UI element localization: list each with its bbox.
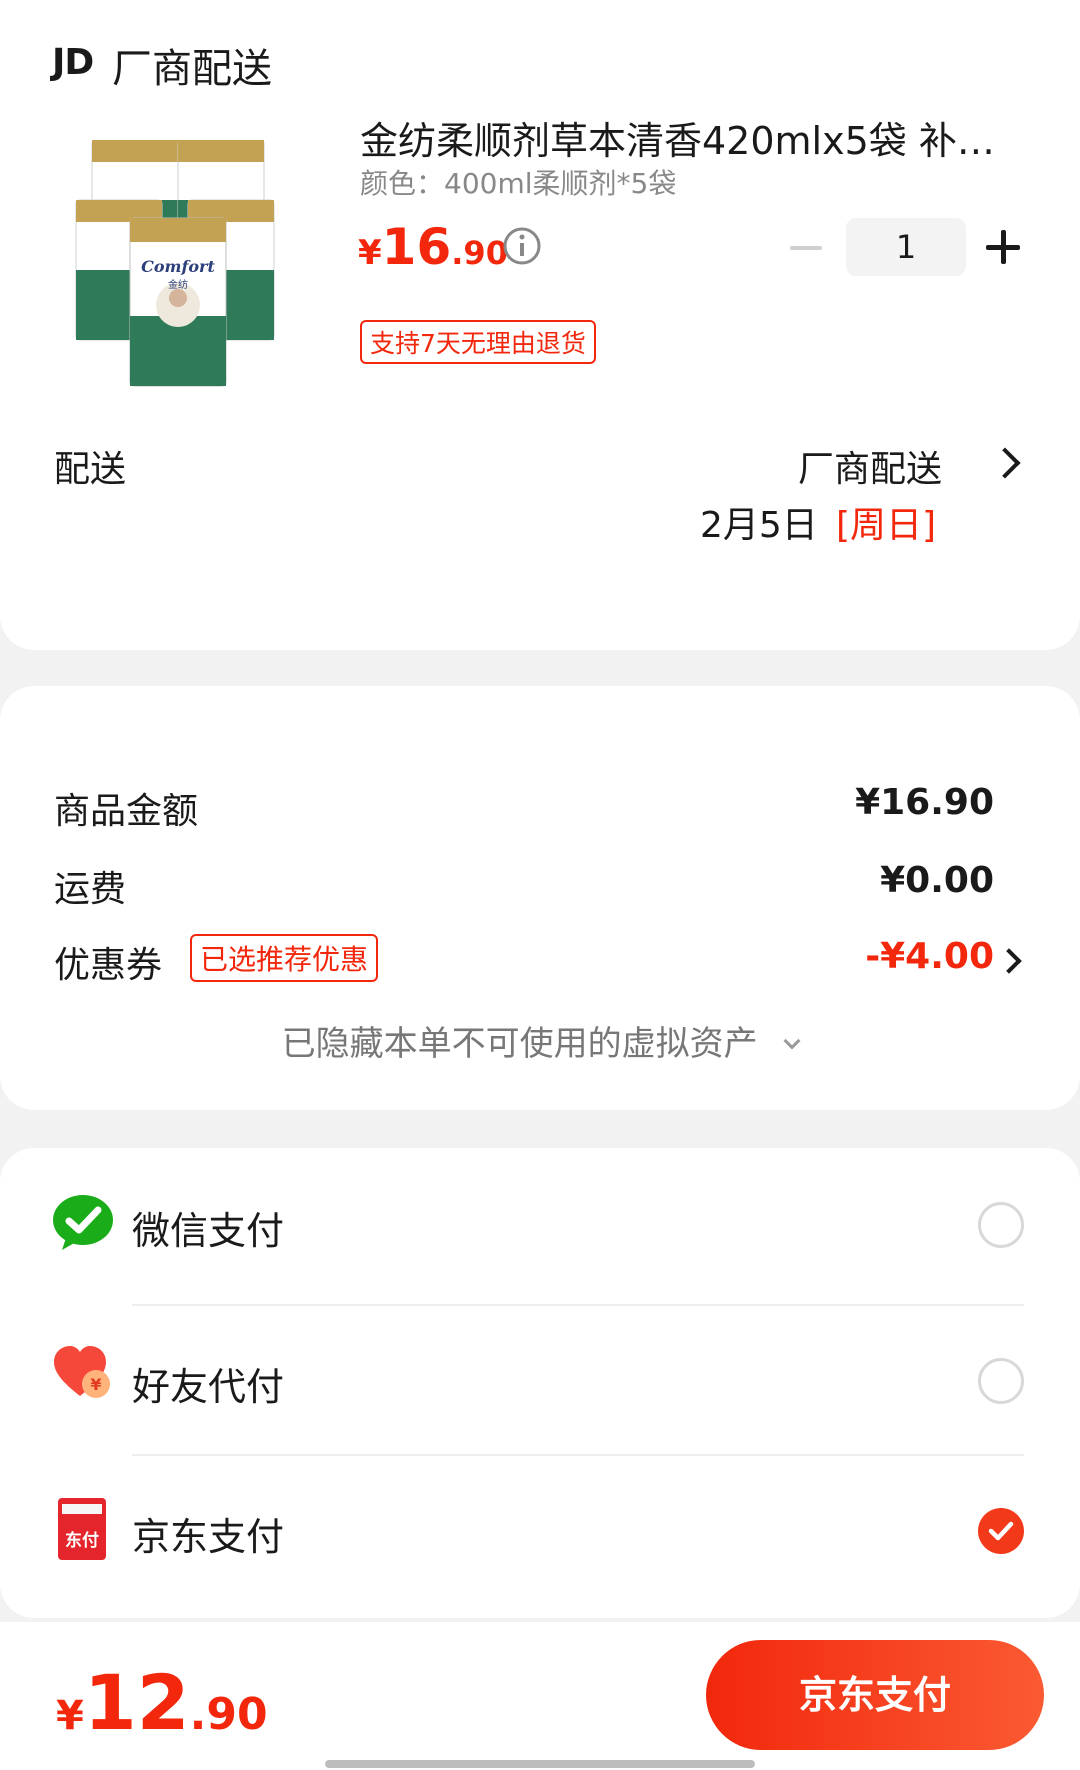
svg-text:东付: 东付: [65, 1530, 99, 1551]
price-integer: 16: [381, 218, 452, 276]
payment-option-friend[interactable]: ¥ 好友代付: [0, 1304, 1080, 1454]
goods-amount-value: ¥16.90: [855, 782, 994, 823]
chevron-down-icon: [783, 1032, 801, 1050]
coupon-value[interactable]: -¥4.00: [865, 936, 994, 977]
freight-value: ¥0.00: [880, 860, 994, 901]
jd-logo: JD: [52, 42, 94, 83]
shipping-method[interactable]: 厂商配送: [798, 440, 942, 492]
check-icon: [988, 1521, 1014, 1541]
radio-wechat[interactable]: [978, 1202, 1024, 1248]
payment-option-wechat[interactable]: 微信支付: [0, 1148, 1080, 1298]
payment-option-jd[interactable]: 东付 京东支付: [0, 1454, 1080, 1604]
total-integer: 12: [83, 1658, 190, 1747]
goods-amount-label: 商品金额: [54, 791, 199, 832]
product-card: JD 厂商配送 Comfort 金纺 金纺柔顺剂草本清香420mlx5袋 补… …: [0, 0, 1080, 650]
home-indicator[interactable]: [325, 1760, 755, 1768]
shipping-date: 2月5日: [700, 505, 818, 546]
radio-friend[interactable]: [978, 1358, 1024, 1404]
quantity-increase-button[interactable]: [986, 230, 1020, 264]
jd-pay-button[interactable]: 京东支付: [706, 1640, 1044, 1750]
product-title[interactable]: 金纺柔顺剂草本清香420mlx5袋 补…: [360, 110, 1000, 165]
price-summary-card: 商品金额 ¥16.90 运费 ¥0.00 优惠券 已选推荐优惠 -¥4.00 已…: [0, 686, 1080, 1110]
quantity-input[interactable]: 1: [846, 218, 966, 276]
shipping-chevron-right-icon[interactable]: [989, 447, 1021, 479]
product-price: ¥16.90: [358, 218, 508, 276]
checkout-bar: ¥12.90 京东支付: [0, 1622, 1080, 1770]
price-currency: ¥: [358, 233, 382, 273]
payment-method-card: 微信支付 ¥ 好友代付 东付 京东支付: [0, 1148, 1080, 1618]
product-variant[interactable]: 颜色：400ml柔顺剂*5袋: [360, 162, 676, 202]
coupon-label[interactable]: 优惠券: [54, 936, 162, 988]
quantity-decrease-button[interactable]: [790, 246, 822, 250]
hidden-assets-toggle[interactable]: 已隐藏本单不可使用的虚拟资产: [0, 1016, 1080, 1065]
jd-pay-icon: 东付: [58, 1498, 106, 1560]
coupon-chevron-right-icon[interactable]: [996, 948, 1022, 974]
payment-label-friend: 好友代付: [132, 1365, 285, 1409]
order-total: ¥12.90: [56, 1658, 268, 1747]
total-decimal: .90: [189, 1689, 268, 1740]
info-icon[interactable]: [502, 226, 542, 266]
return-policy-badge: 支持7天无理由退货: [360, 320, 596, 364]
payment-label-wechat: 微信支付: [132, 1209, 285, 1253]
svg-text:¥: ¥: [90, 1375, 101, 1394]
price-decimal: .90: [451, 234, 508, 272]
payment-label-jd: 京东支付: [132, 1515, 285, 1559]
wechat-pay-icon: [52, 1192, 114, 1254]
shipping-weekday: [周日]: [836, 505, 937, 546]
coupon-selected-tag: 已选推荐优惠: [190, 934, 379, 982]
total-currency: ¥: [56, 1693, 84, 1739]
friend-pay-icon: ¥: [52, 1342, 114, 1404]
shipping-label: 配送: [54, 449, 127, 490]
hidden-assets-text: 已隐藏本单不可使用的虚拟资产: [281, 1024, 758, 1064]
radio-jd-checked[interactable]: [978, 1508, 1024, 1554]
svg-text:Comfort: Comfort: [141, 257, 215, 276]
store-name: 厂商配送: [112, 46, 272, 92]
freight-label: 运费: [54, 869, 127, 910]
product-image[interactable]: Comfort 金纺: [52, 139, 320, 394]
svg-text:金纺: 金纺: [168, 278, 188, 291]
